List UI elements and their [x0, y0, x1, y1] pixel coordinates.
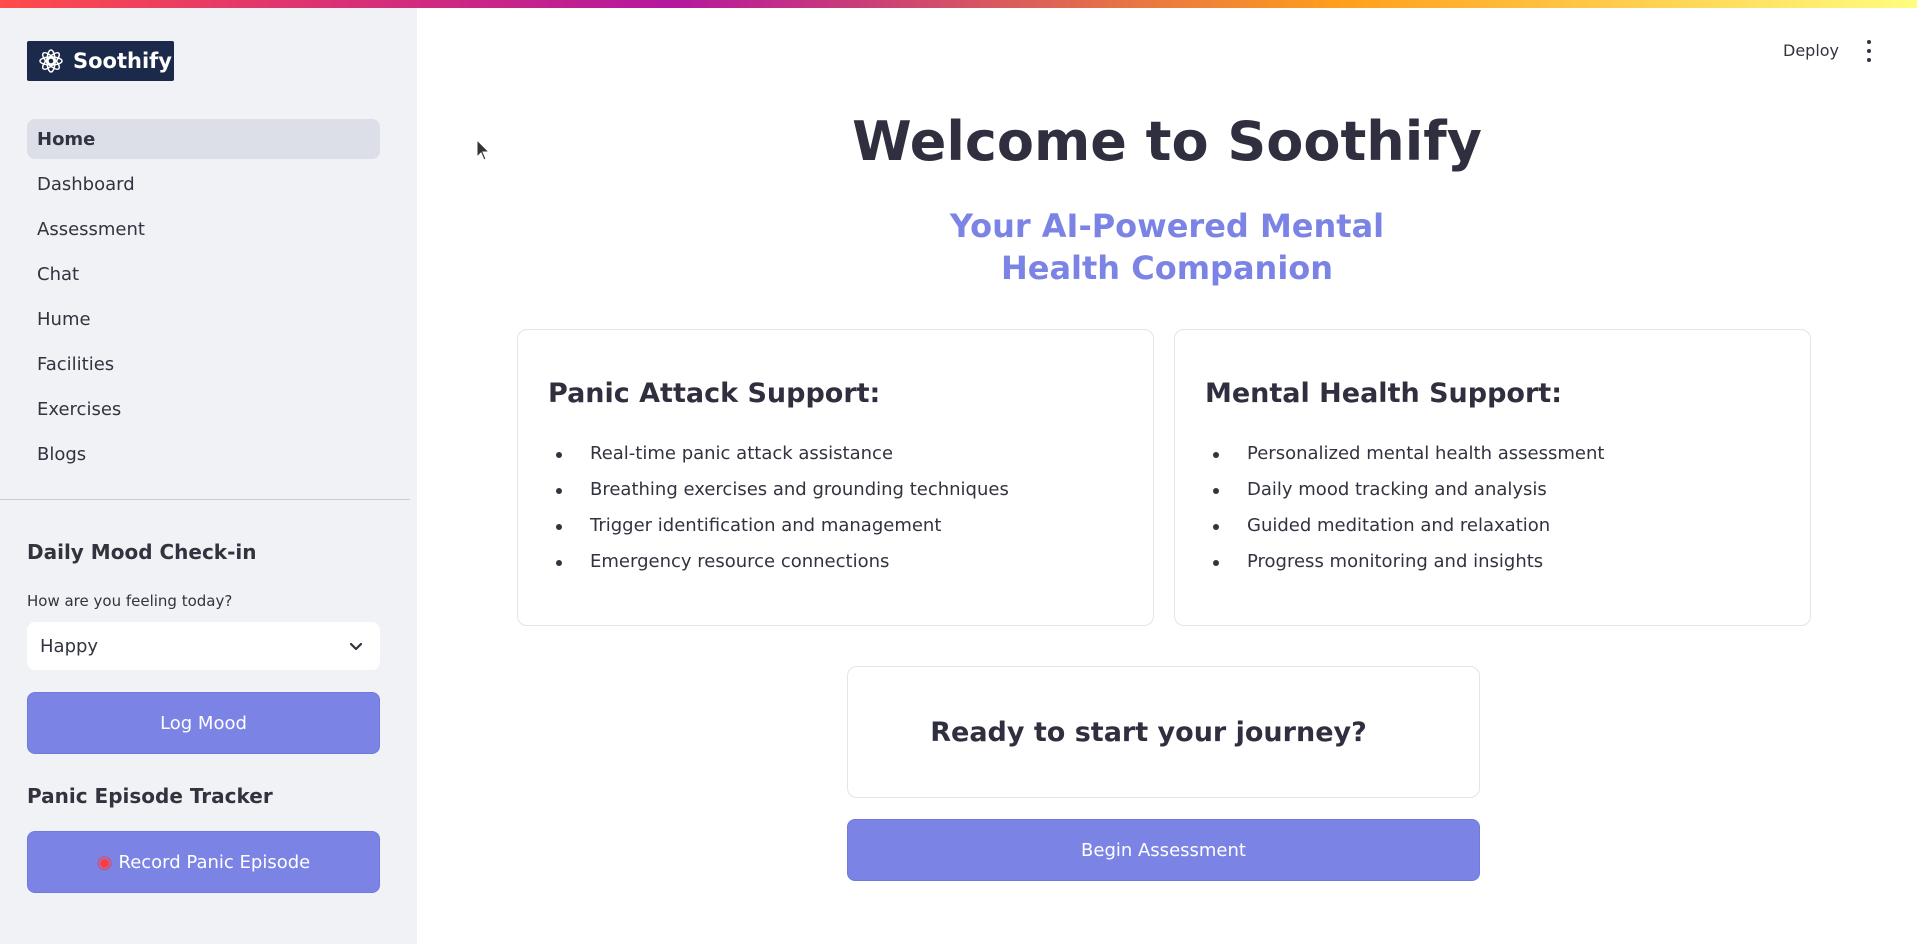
feature-list: Real-time panic attack assistance Breath… — [554, 436, 1009, 580]
more-options-icon[interactable] — [1862, 40, 1876, 62]
siren-icon: ◉ — [96, 851, 113, 873]
nav-item-home[interactable]: Home — [27, 119, 380, 159]
list-item: Progress monitoring and insights — [1211, 544, 1604, 580]
list-item: Guided meditation and relaxation — [1211, 508, 1604, 544]
lotus-icon — [39, 49, 63, 73]
mood-select[interactable]: Happy — [27, 622, 380, 670]
app-logo[interactable]: Soothify — [27, 41, 174, 81]
list-item: Personalized mental health assessment — [1211, 436, 1604, 472]
sidebar-divider — [0, 499, 410, 500]
record-panic-episode-label: Record Panic Episode — [118, 851, 311, 873]
top-decoration-bar — [0, 0, 1917, 8]
deploy-button[interactable]: Deploy — [1783, 41, 1839, 60]
mood-question-label: How are you feeling today? — [27, 592, 233, 610]
mood-checkin-title: Daily Mood Check-in — [27, 540, 257, 564]
list-item: Breathing exercises and grounding techni… — [554, 472, 1009, 508]
nav-item-facilities[interactable]: Facilities — [27, 344, 380, 384]
panic-support-card: Panic Attack Support: Real-time panic at… — [517, 329, 1154, 626]
nav-item-hume[interactable]: Hume — [27, 299, 380, 339]
mental-health-support-card: Mental Health Support: Personalized ment… — [1174, 329, 1811, 626]
cta-heading: Ready to start your journey? — [930, 716, 1367, 748]
page-subtitle: Your AI-Powered Mental Health Companion — [949, 207, 1385, 287]
list-item: Daily mood tracking and analysis — [1211, 472, 1604, 508]
sidebar-nav: Home Dashboard Assessment Chat Hume Faci… — [27, 119, 380, 479]
list-item: Trigger identification and management — [554, 508, 1009, 544]
record-panic-episode-button[interactable]: ◉ Record Panic Episode — [27, 831, 380, 893]
cta-box: Ready to start your journey? — [847, 666, 1480, 798]
card-title: Panic Attack Support: — [548, 378, 881, 409]
mood-select-value: Happy — [40, 635, 99, 657]
nav-item-chat[interactable]: Chat — [27, 254, 380, 294]
app-name: Soothify — [73, 49, 172, 73]
page-title: Welcome to Soothify — [852, 110, 1482, 173]
nav-item-exercises[interactable]: Exercises — [27, 389, 380, 429]
panic-tracker-title: Panic Episode Tracker — [27, 784, 273, 808]
feature-list: Personalized mental health assessment Da… — [1211, 436, 1604, 580]
list-item: Emergency resource connections — [554, 544, 1009, 580]
nav-item-blogs[interactable]: Blogs — [27, 434, 380, 474]
log-mood-button[interactable]: Log Mood — [27, 692, 380, 754]
chevron-down-icon — [349, 642, 363, 651]
begin-assessment-button[interactable]: Begin Assessment — [847, 819, 1480, 881]
card-title: Mental Health Support: — [1205, 378, 1562, 409]
nav-item-dashboard[interactable]: Dashboard — [27, 164, 380, 204]
nav-item-assessment[interactable]: Assessment — [27, 209, 380, 249]
list-item: Real-time panic attack assistance — [554, 436, 1009, 472]
sidebar: Soothify Home Dashboard Assessment Chat … — [0, 0, 417, 944]
